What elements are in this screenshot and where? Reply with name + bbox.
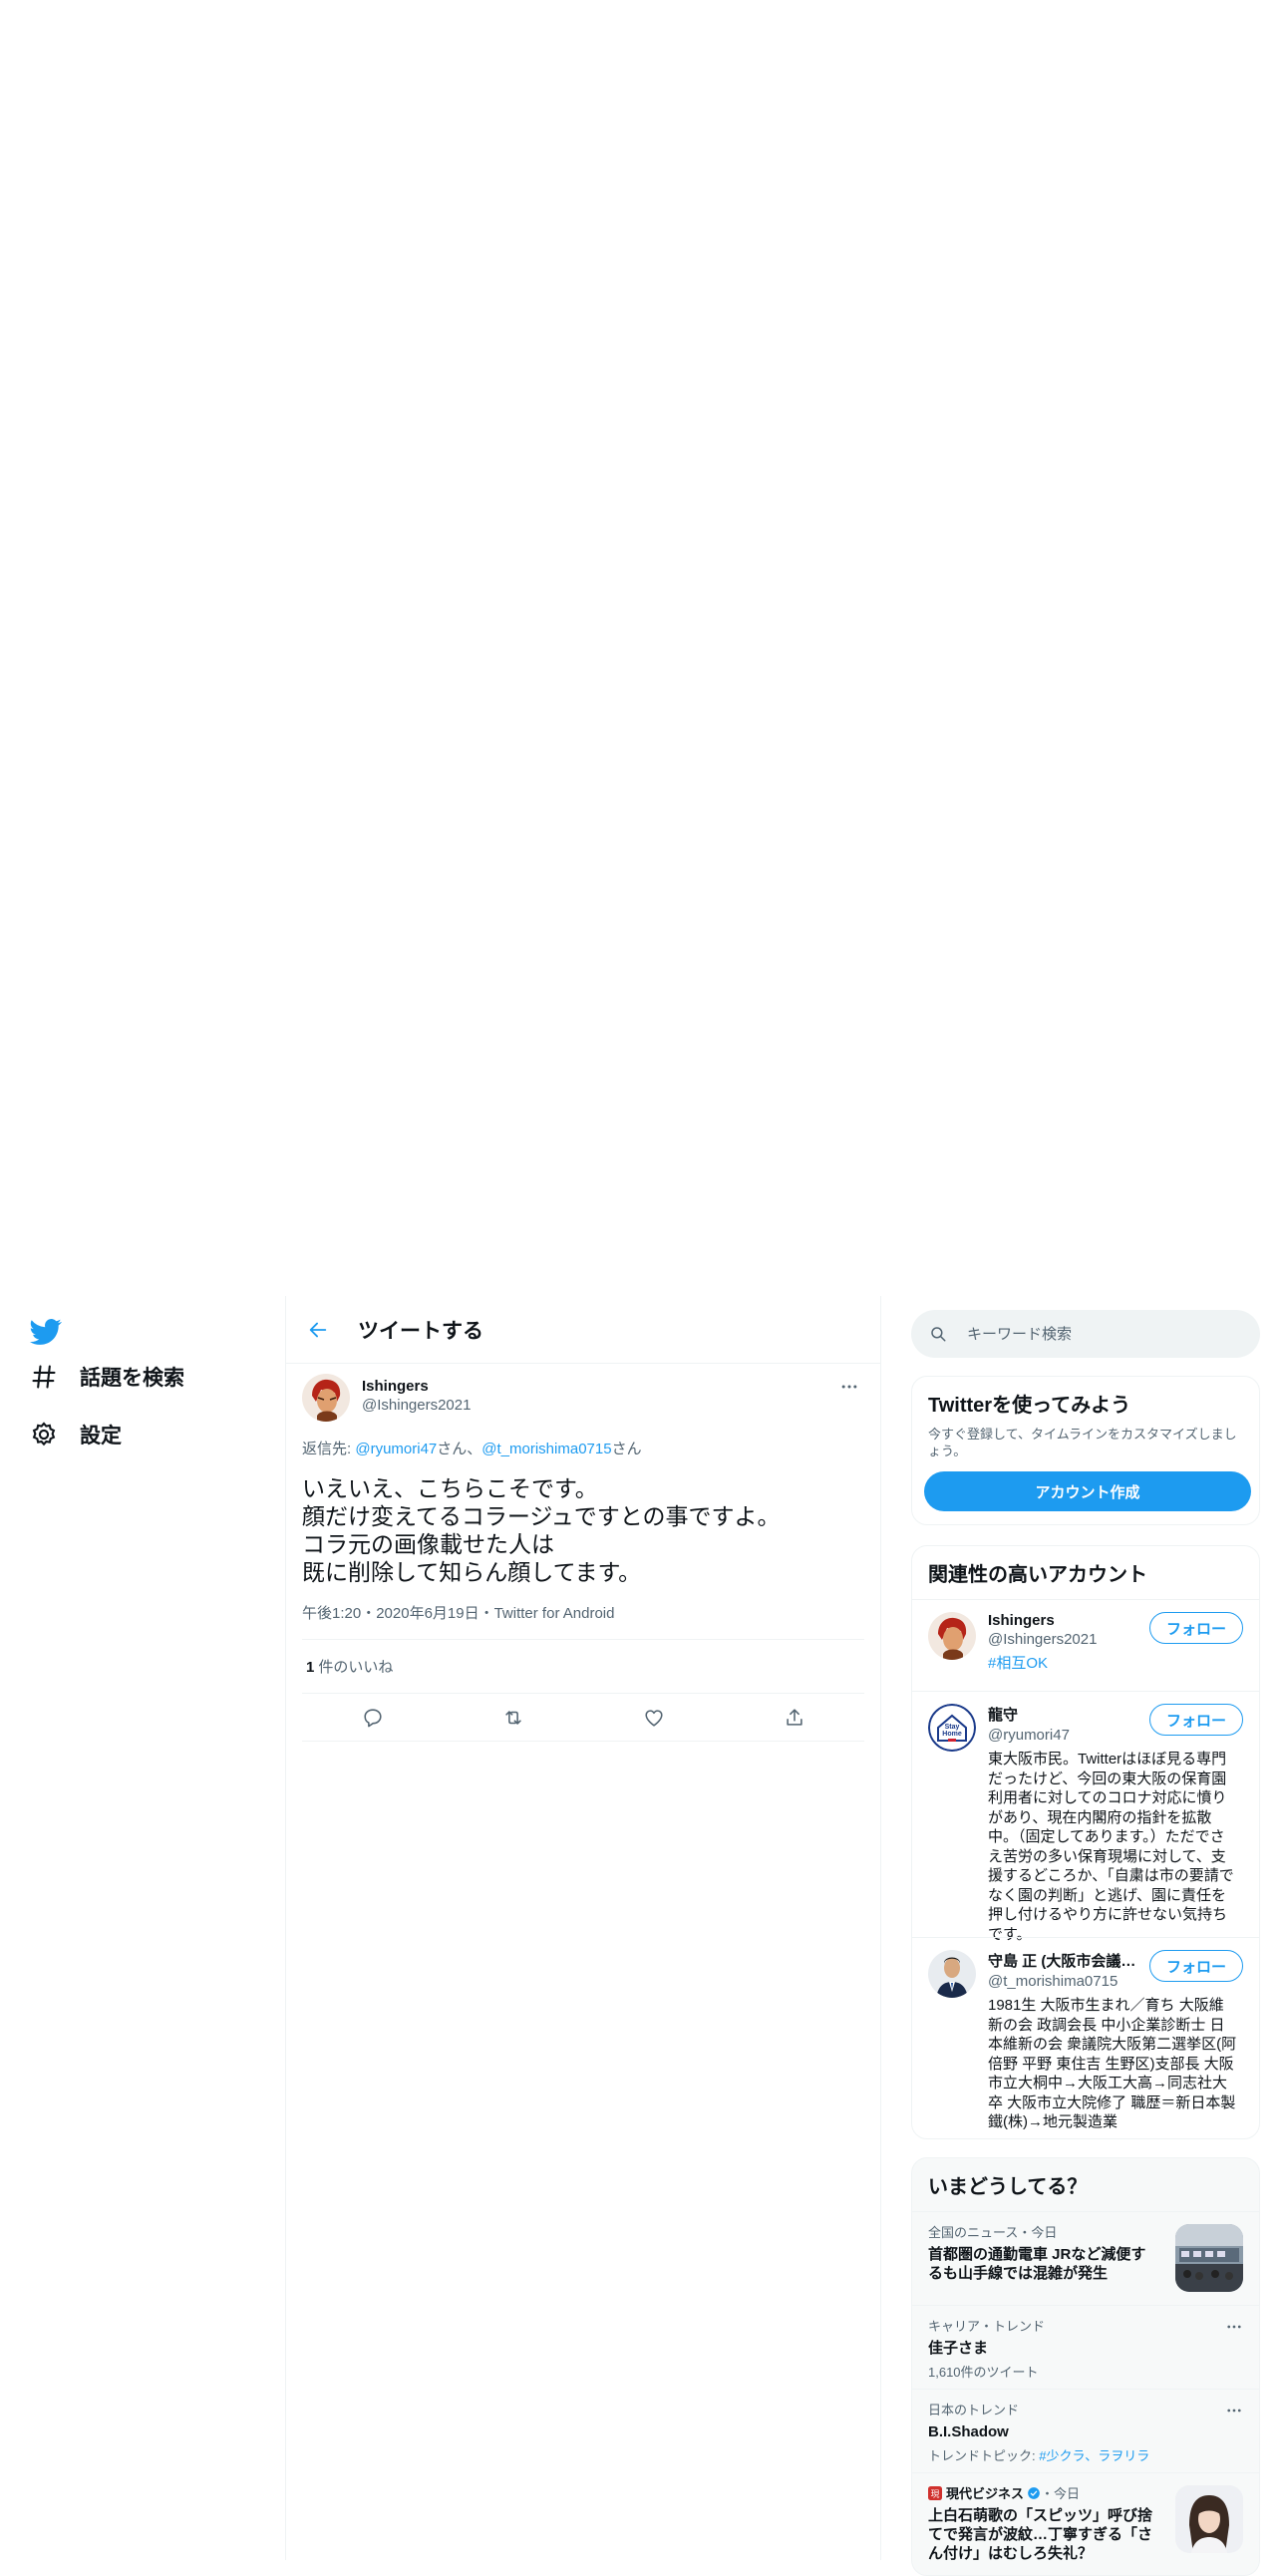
signup-card: Twitterを使ってみよう 今すぐ登録して、タイムラインをカスタマイズしましょ…: [911, 1376, 1260, 1525]
nav-settings-label: 設定: [80, 1425, 122, 1448]
gear-icon: [32, 1422, 56, 1447]
trend-thumbnail: [1175, 2485, 1243, 2553]
trend-meta: 日本のトレンド: [928, 2403, 1020, 2417]
signup-description: 今すぐ登録して、タイムラインをカスタマイズしましょう。: [928, 1427, 1237, 1458]
trend-topic-link[interactable]: #少クラ、ラヲリラ: [1039, 2448, 1149, 2463]
trend-meta: キャリア・トレンド: [928, 2319, 1046, 2334]
likes-count[interactable]: 1 件のいいね: [302, 1640, 864, 1694]
trend-title: 首都圏の通勤電車 JRなど減便するも山手線では混雑が発生: [928, 2246, 1146, 2282]
more-icon: [1227, 2409, 1241, 2413]
search-input[interactable]: [967, 1325, 1226, 1343]
tweet-timestamp[interactable]: 午後1:20・2020年6月19日・Twitter for Android: [302, 1602, 864, 1640]
trend-meta: 全国のニュース・今日: [928, 2225, 1058, 2240]
nav-explore-label: 話題を検索: [80, 1367, 184, 1390]
right-sidebar: Twitterを使ってみよう 今すぐ登録して、タイムラインをカスタマイズしましょ…: [911, 1296, 1260, 2576]
account-item[interactable]: Stay Home 龍守 @ryumori47 東大阪市民。Twitterはほぼ見…: [912, 1691, 1259, 1943]
svg-text:現: 現: [931, 2488, 940, 2498]
author-handle[interactable]: @Ishingers2021: [362, 1397, 471, 1414]
svg-text:Stay: Stay: [945, 1724, 960, 1731]
publisher-logo-icon: 現: [928, 2485, 942, 2500]
retweet-icon: [504, 1710, 521, 1725]
account-item[interactable]: 守島 正 (大阪市会議員) @t_morishima0715 1981生 大阪市…: [912, 1937, 1259, 2138]
like-button[interactable]: [636, 1700, 672, 1736]
reply-button[interactable]: [355, 1700, 391, 1736]
reply-suffix: さん、: [437, 1441, 482, 1457]
reply-icon: [363, 1708, 382, 1727]
account-avatar[interactable]: [928, 1950, 976, 1998]
app-root: 話題を検索 設定 ツイートする Ishingers @Ishingers2021: [0, 1296, 1280, 2576]
reply-prefix: 返信先:: [302, 1441, 356, 1457]
account-name[interactable]: 守島 正 (大阪市会議員): [988, 1950, 1137, 1971]
arrow-left-icon: [309, 1322, 327, 1337]
trend-more-button[interactable]: [1225, 2402, 1243, 2422]
tweet-actions: [302, 1694, 864, 1742]
trends-title: いまどうしてる？: [928, 2176, 1088, 2198]
tweet-text: いえいえ、こちらこそです。 顔だけ変えてるコラージュですとの事ですよ。 コラ元の…: [302, 1475, 781, 1585]
follow-button[interactable]: フォロー: [1148, 1612, 1243, 1644]
nav-settings[interactable]: 設定: [30, 1410, 122, 1459]
trend-title: 佳子さま: [928, 2340, 989, 2357]
tweet-author: Ishingers @Ishingers2021: [302, 1364, 864, 1426]
trend-item[interactable]: 日本のトレンド B.I.Shadow トレンドトピック: #少クラ、ラヲリラ: [912, 2389, 1259, 2472]
retweet-button[interactable]: [495, 1700, 531, 1736]
more-options-button[interactable]: [834, 1372, 864, 1402]
more-icon: [1227, 2325, 1241, 2329]
heart-icon: [644, 1709, 663, 1727]
left-nav: 話題を検索 設定: [0, 1296, 285, 2560]
reply-to: 返信先: @ryumori47さん、@t_morishima0715さん: [302, 1438, 864, 1458]
share-icon: [786, 1708, 802, 1726]
trend-tweet-count: 1,610件のツイート: [928, 2365, 1039, 2380]
account-name[interactable]: Ishingers: [988, 1612, 1137, 1629]
trend-topics-prefix: トレンドトピック:: [928, 2448, 1040, 2463]
tweet: Ishingers @Ishingers2021 返信先: @ryumori47…: [286, 1364, 880, 1742]
main-column: ツイートする Ishingers @Ishingers2021 返信先: @ry…: [285, 1296, 881, 2560]
page-title: ツイートする: [358, 1319, 483, 1343]
trend-meta: ・今日: [1041, 2486, 1081, 2501]
trend-topics: トレンドトピック: #少クラ、ラヲリラ: [928, 2445, 1243, 2464]
related-title: 関連性の高いアカウント: [928, 1564, 1147, 1586]
account-bio: 1981生 大阪市生まれ／育ち 大阪維新の会 政調会長 中小企業診断士 日本維新…: [988, 1997, 1237, 2130]
related-accounts-card: 関連性の高いアカウント Ishingers @Ishingers2021 #相互…: [911, 1545, 1260, 2139]
account-name[interactable]: 龍守: [988, 1704, 1137, 1725]
follow-button[interactable]: フォロー: [1148, 1704, 1243, 1736]
trend-thumbnail: [1175, 2224, 1243, 2292]
share-button[interactable]: [777, 1700, 812, 1736]
trend-item[interactable]: 現 現代ビジネス ・今日 上白石萌歌の「スピッツ」呼び捨てで発言が波紋…丁寧すぎ…: [912, 2472, 1259, 2575]
trend-more-button[interactable]: [1225, 2318, 1243, 2339]
verified-badge-icon: [1028, 2486, 1040, 2499]
twitter-logo-icon[interactable]: [28, 1316, 64, 1348]
back-button[interactable]: [300, 1312, 336, 1348]
author-name[interactable]: Ishingers: [362, 1378, 471, 1395]
account-bio: 東大阪市民。Twitterはほぼ見る専門だったけど、今回の東大阪の保育園利用者に…: [988, 1751, 1234, 1943]
nav-explore[interactable]: 話題を検索: [30, 1352, 184, 1402]
likes-label: 件のいいね: [318, 1659, 394, 1676]
account-avatar[interactable]: [928, 1612, 976, 1660]
more-icon: [841, 1385, 857, 1389]
trend-item[interactable]: キャリア・トレンド 佳子さま 1,610件のツイート: [912, 2305, 1259, 2389]
create-account-button[interactable]: アカウント作成: [924, 1471, 1251, 1511]
trend-title: B.I.Shadow: [928, 2423, 1009, 2440]
reply-mention-ryumori47[interactable]: @ryumori47: [355, 1441, 437, 1457]
trend-item[interactable]: 全国のニュース・今日 首都圏の通勤電車 JRなど減便するも山手線では混雑が発生: [912, 2211, 1259, 2305]
hashtag-icon: [32, 1365, 56, 1389]
trend-source: 現代ビジネス: [946, 2486, 1025, 2501]
account-item[interactable]: Ishingers @Ishingers2021 #相互OK フォロー: [912, 1599, 1259, 1691]
search-box[interactable]: [911, 1310, 1260, 1358]
author-avatar[interactable]: [302, 1374, 350, 1422]
reply-mention-t-morishima[interactable]: @t_morishima0715: [481, 1441, 611, 1457]
likes-number: 1: [306, 1659, 315, 1676]
search-icon: [931, 1327, 946, 1342]
signup-title: Twitterを使ってみよう: [928, 1395, 1131, 1417]
reply-suffix: さん: [611, 1441, 642, 1457]
account-bio-hashtag[interactable]: #相互OK: [988, 1655, 1048, 1672]
tweet-header: ツイートする: [286, 1296, 880, 1364]
account-avatar[interactable]: Stay Home: [928, 1704, 976, 1752]
trends-card: いまどうしてる？ 全国のニュース・今日 首都圏の通勤電車 JRなど減便するも山手…: [911, 2157, 1260, 2576]
follow-button[interactable]: フォロー: [1148, 1950, 1243, 1982]
trend-title: 上白石萌歌の「スピッツ」呼び捨てで発言が波紋…丁寧すぎる「さん付け」はむしろ失礼…: [928, 2507, 1153, 2562]
svg-text:Home: Home: [942, 1731, 962, 1738]
